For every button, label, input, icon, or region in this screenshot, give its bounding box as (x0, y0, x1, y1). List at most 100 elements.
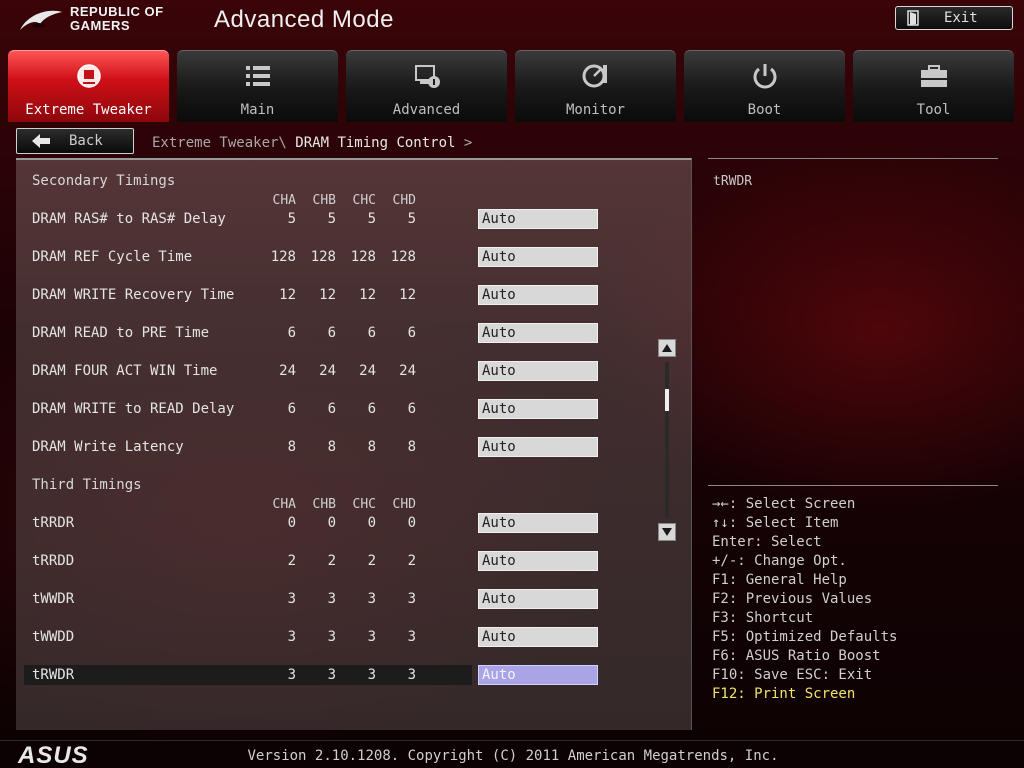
breadcrumb-arrow: > (463, 135, 473, 151)
option-field[interactable]: Auto (478, 551, 598, 571)
column-header-cha: CHA (272, 193, 296, 208)
footer-divider (0, 740, 1024, 741)
scrollbar-thumb[interactable] (665, 389, 669, 411)
value-cha: 8 (287, 439, 296, 455)
option-field[interactable]: Auto (478, 209, 598, 229)
tab-label: Monitor (565, 102, 625, 118)
value-cha: 128 (270, 249, 296, 265)
tab-boot[interactable]: Boot (684, 50, 845, 122)
setting-label: DRAM WRITE Recovery Time (32, 287, 235, 303)
setting-row[interactable]: DRAM RAS# to RAS# Delay 5 5 5 5 Auto (24, 209, 604, 229)
scrollbar-track[interactable] (665, 362, 669, 518)
value-chd: 8 (407, 439, 416, 455)
setting-label: DRAM READ to PRE Time (32, 325, 210, 341)
setting-row[interactable]: DRAM READ to PRE Time 6 6 6 6 Auto (24, 323, 604, 343)
value-cha: 5 (287, 211, 296, 227)
setting-row[interactable]: tRRDR 0 0 0 0 Auto (24, 513, 604, 533)
value-chd: 3 (407, 591, 416, 607)
tab-label: Extreme Tweaker (25, 102, 152, 118)
value-cha: 3 (287, 629, 296, 645)
value-chb: 6 (327, 401, 336, 417)
breadcrumb-current: DRAM Timing Control (295, 135, 456, 151)
column-headers: CHA CHB CHC CHD (24, 193, 474, 209)
breadcrumb: Extreme Tweaker\ DRAM Timing Control > (152, 135, 472, 151)
setting-label: tRRDR (32, 515, 75, 531)
value-chb: 0 (327, 515, 336, 531)
setting-label: DRAM WRITE to READ Delay (32, 401, 235, 417)
breadcrumb-parent[interactable]: Extreme Tweaker\ (152, 135, 287, 151)
main-tabs: Extreme Tweaker Main Advanced Monitor Bo… (8, 50, 1016, 122)
shortcut-item: F6: ASUS Ratio Boost (712, 648, 881, 664)
section-title-secondary: Secondary Timings (32, 173, 176, 189)
option-field[interactable]: Auto (478, 627, 598, 647)
option-field[interactable]: Auto (478, 665, 598, 685)
shortcut-item: F1: General Help (712, 572, 847, 588)
section-title-third: Third Timings (32, 477, 142, 493)
value-cha: 3 (287, 591, 296, 607)
value-chc: 128 (350, 249, 376, 265)
value-chb: 24 (319, 363, 336, 379)
setting-label: tWWDR (32, 591, 75, 607)
power-icon (753, 64, 777, 89)
value-chd: 3 (407, 667, 416, 683)
tab-monitor[interactable]: Monitor (515, 50, 676, 122)
option-field[interactable]: Auto (478, 247, 598, 267)
value-chc: 12 (359, 287, 376, 303)
setting-row[interactable]: tRRDD 2 2 2 2 Auto (24, 551, 604, 571)
tab-extreme-tweaker[interactable]: Extreme Tweaker (8, 50, 169, 122)
shortcut-item: F2: Previous Values (712, 591, 873, 607)
shortcut-item: F3: Shortcut (712, 610, 814, 626)
setting-row[interactable]: DRAM FOUR ACT WIN Time 24 24 24 24 Auto (24, 361, 604, 381)
shortcut-item: +/-: Change Opt. (712, 553, 847, 569)
setting-row[interactable]: DRAM Write Latency 8 8 8 8 Auto (24, 437, 604, 457)
scroll-up-button[interactable] (658, 339, 676, 357)
scroll-down-button[interactable] (658, 523, 676, 541)
value-chb: 5 (327, 211, 336, 227)
tab-advanced[interactable]: Advanced (346, 50, 507, 122)
advanced-settings-icon (415, 65, 440, 88)
back-button[interactable]: Back (16, 128, 134, 154)
setting-row-selected[interactable]: tRWDR 3 3 3 3 Auto (24, 665, 604, 685)
setting-label: DRAM Write Latency (32, 439, 184, 455)
value-chd: 0 (407, 515, 416, 531)
setting-label: tRRDD (32, 553, 75, 569)
setting-row[interactable]: DRAM WRITE Recovery Time 12 12 12 12 Aut… (24, 285, 604, 305)
value-chb: 128 (310, 249, 336, 265)
tab-tool[interactable]: Tool (853, 50, 1014, 122)
exit-label: Exit (944, 10, 978, 26)
value-chb: 3 (327, 591, 336, 607)
option-field[interactable]: Auto (478, 323, 598, 343)
triangle-down-icon (662, 528, 672, 536)
option-field[interactable]: Auto (478, 513, 598, 533)
column-header-chc: CHC (352, 497, 376, 512)
list-icon (246, 66, 270, 86)
option-field[interactable]: Auto (478, 437, 598, 457)
value-cha: 12 (279, 287, 296, 303)
shortcut-item: F10: Save ESC: Exit (712, 667, 873, 683)
option-field[interactable]: Auto (478, 285, 598, 305)
setting-row[interactable]: DRAM WRITE to READ Delay 6 6 6 6 Auto (24, 399, 604, 419)
setting-label: tRWDR (32, 667, 75, 683)
setting-label: DRAM RAS# to RAS# Delay (32, 211, 226, 227)
value-chb: 2 (327, 553, 336, 569)
setting-row[interactable]: DRAM REF Cycle Time 128 128 128 128 Auto (24, 247, 604, 267)
option-field[interactable]: Auto (478, 399, 598, 419)
tab-main[interactable]: Main (177, 50, 338, 122)
option-field[interactable]: Auto (478, 589, 598, 609)
value-cha: 6 (287, 401, 296, 417)
value-chd: 128 (390, 249, 416, 265)
value-cha: 3 (287, 667, 296, 683)
column-headers: CHA CHB CHC CHD (24, 497, 474, 513)
rog-eye-icon (20, 10, 62, 30)
setting-label: tWWDD (32, 629, 75, 645)
exit-button[interactable]: Exit (895, 6, 1013, 30)
value-chc: 24 (359, 363, 376, 379)
back-arrow-icon (32, 134, 50, 148)
setting-row[interactable]: tWWDR 3 3 3 3 Auto (24, 589, 604, 609)
shortcut-item: F5: Optimized Defaults (712, 629, 898, 645)
column-header-chb: CHB (312, 193, 336, 208)
shortcut-item: Enter: Select (712, 534, 822, 550)
setting-row[interactable]: tWWDD 3 3 3 3 Auto (24, 627, 604, 647)
option-field[interactable]: Auto (478, 361, 598, 381)
value-chd: 12 (399, 287, 416, 303)
